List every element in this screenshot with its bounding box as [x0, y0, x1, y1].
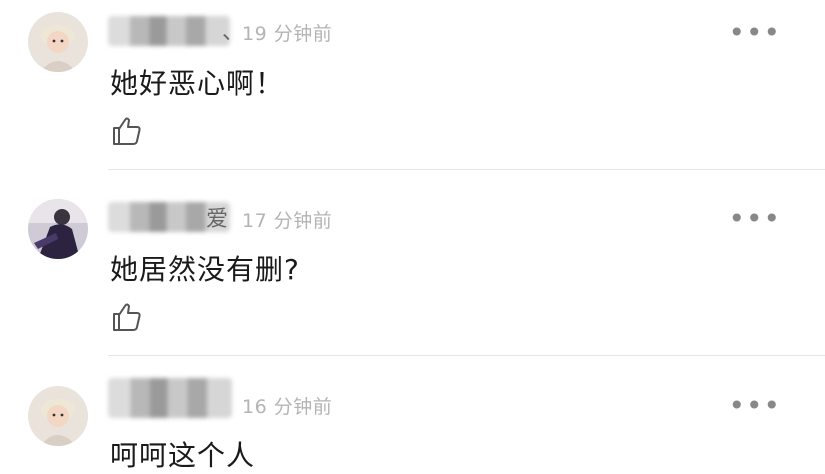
user-avatar[interactable]	[28, 12, 88, 72]
username-tail: 爱	[206, 207, 229, 232]
user-avatar[interactable]	[28, 386, 88, 446]
comment-text: 呵呵这个人	[110, 439, 256, 472]
child-avatar-icon	[28, 12, 88, 72]
more-button[interactable]: •••	[728, 205, 781, 233]
comment-time: 19 分钟前	[242, 23, 333, 45]
like-button[interactable]	[110, 300, 144, 334]
username-tail: 、	[222, 20, 245, 45]
username-blurred[interactable]	[108, 16, 230, 46]
comment-time: 16 分钟前	[242, 396, 333, 418]
more-button[interactable]: •••	[728, 19, 781, 47]
more-button[interactable]: •••	[728, 392, 781, 420]
child-avatar-icon	[28, 386, 88, 446]
comment-text: 她好恶心啊！	[110, 67, 285, 100]
like-button[interactable]	[110, 114, 144, 148]
user-avatar[interactable]	[28, 199, 88, 259]
comment-time: 17 分钟前	[242, 210, 333, 232]
divider	[108, 169, 825, 170]
thumbs-up-icon	[113, 303, 141, 331]
thumbs-up-icon	[113, 117, 141, 145]
divider	[108, 355, 825, 356]
comment-text: 她居然没有删?	[110, 253, 300, 286]
photo-avatar-icon	[28, 199, 88, 259]
username-blurred[interactable]	[108, 378, 232, 418]
